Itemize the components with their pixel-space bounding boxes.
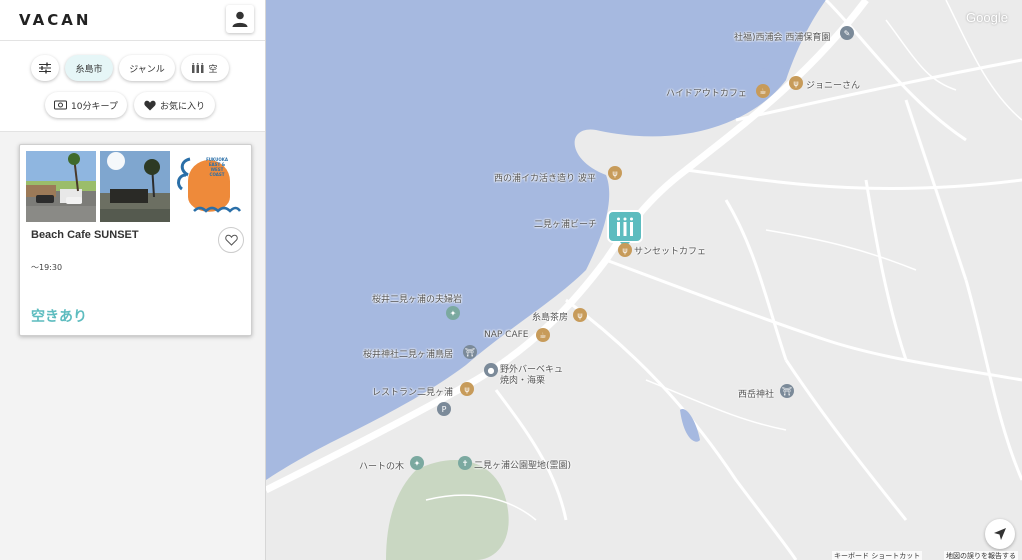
map-label[interactable]: 西の浦イカ活き造り 波平: [494, 171, 596, 184]
vacan-logo[interactable]: VACAN: [19, 11, 91, 29]
cafe-pin-icon[interactable]: ☕: [756, 84, 770, 98]
filter-area-label: 糸島市: [75, 64, 103, 75]
shrine-pin-icon[interactable]: ⛩: [780, 384, 794, 398]
vacancy-status: 空きあり: [31, 309, 87, 325]
map-label[interactable]: 糸島茶房: [532, 310, 568, 323]
sidebar: VACAN 糸島市 ジャンル 空 10分キープ お気に入り FUKUOKA EA…: [0, 0, 266, 560]
filter-genre-chip[interactable]: ジャンル: [119, 55, 175, 81]
shrine-pin-icon[interactable]: ⛩: [463, 345, 477, 359]
place-pin-icon[interactable]: ●: [484, 363, 498, 377]
availability-icon: [192, 63, 204, 73]
landmark-pin-icon[interactable]: ✦: [446, 306, 460, 320]
user-icon: [232, 11, 248, 27]
sliders-icon: [39, 62, 51, 74]
shop-photo: [26, 151, 96, 222]
filter-availability-label: 空: [208, 64, 218, 75]
map-label[interactable]: 桜井神社二見ヶ浦鳥居: [363, 347, 453, 360]
favorite-button[interactable]: [218, 227, 244, 253]
restaurant-pin-icon[interactable]: ψ: [789, 76, 803, 90]
landmark-pin-icon[interactable]: ✦: [410, 456, 424, 470]
ticket-icon: [54, 100, 68, 110]
filter-area-chip[interactable]: 糸島市: [65, 55, 113, 81]
map-label[interactable]: ジョニーさん: [806, 78, 860, 91]
restaurant-pin-icon[interactable]: ψ: [460, 382, 474, 396]
filter-favorites-label: お気に入り: [159, 101, 205, 112]
report-error-link[interactable]: 地図の誤りを報告する: [944, 551, 1018, 560]
map-label[interactable]: 焼肉・海栗: [500, 373, 545, 386]
filter-keep-chip[interactable]: 10分キープ: [45, 92, 127, 118]
cemetery-pin-icon[interactable]: ✝: [458, 456, 472, 470]
shop-card[interactable]: FUKUOKA EAST & WEST COAST Beach Cafe SUN…: [19, 144, 252, 336]
shop-photo: [100, 151, 170, 222]
map-label[interactable]: NAP CAFE: [484, 330, 528, 340]
restaurant-pin-icon[interactable]: ψ: [608, 166, 622, 180]
account-button[interactable]: [226, 5, 254, 33]
restaurant-pin-icon[interactable]: ψ: [573, 308, 587, 322]
filter-availability-chip[interactable]: 空: [181, 55, 229, 81]
top-bar: VACAN: [0, 0, 265, 41]
filter-genre-label: ジャンル: [129, 64, 165, 75]
my-location-button[interactable]: [985, 519, 1015, 549]
shop-hours: 〜19:30: [31, 263, 63, 272]
heart-icon: [144, 100, 156, 110]
filter-favorites-chip[interactable]: お気に入り: [134, 92, 215, 118]
map-label[interactable]: サンセットカフェ: [634, 244, 706, 257]
parking-pin-icon[interactable]: P: [437, 402, 451, 416]
map-label[interactable]: ハイドアウトカフェ: [666, 86, 747, 99]
navigation-arrow-icon: [994, 528, 1006, 540]
map-label[interactable]: 社福)西浦会 西浦保育園: [734, 30, 830, 43]
map-label[interactable]: ハートの木: [359, 459, 404, 472]
school-pin-icon[interactable]: ✎: [840, 26, 854, 40]
map-label[interactable]: 二見ヶ浦公園聖地(霊園): [474, 458, 571, 471]
filter-keep-label: 10分キープ: [71, 101, 118, 112]
map-label[interactable]: 桜井二見ヶ浦の夫婦岩: [372, 292, 462, 305]
map-label[interactable]: レストラン二見ヶ浦: [372, 385, 453, 398]
shop-logo: FUKUOKA EAST & WEST COAST: [174, 151, 244, 222]
keyboard-shortcuts-link[interactable]: キーボード ショートカット: [832, 551, 923, 560]
cafe-pin-icon[interactable]: ☕: [536, 328, 550, 342]
google-attribution: Google: [966, 10, 1008, 25]
heart-outline-icon: [224, 234, 238, 246]
map-label[interactable]: 西岳神社: [738, 387, 774, 400]
map-view[interactable]: Google 社福)西浦会 西浦保育園 ✎ ハイドアウトカフェ ☕ ψ ジョニー…: [266, 0, 1022, 560]
cafe-pin-icon[interactable]: ψ: [618, 243, 632, 257]
logo-text-line: COAST: [209, 172, 225, 177]
filter-bar: 糸島市 ジャンル 空 10分キープ お気に入り: [0, 41, 265, 132]
map-label[interactable]: 二見ヶ浦ビーチ: [534, 217, 597, 230]
filter-settings-button[interactable]: [31, 55, 59, 81]
shop-name: Beach Cafe SUNSET: [31, 229, 139, 241]
map-canvas: [266, 0, 1022, 560]
